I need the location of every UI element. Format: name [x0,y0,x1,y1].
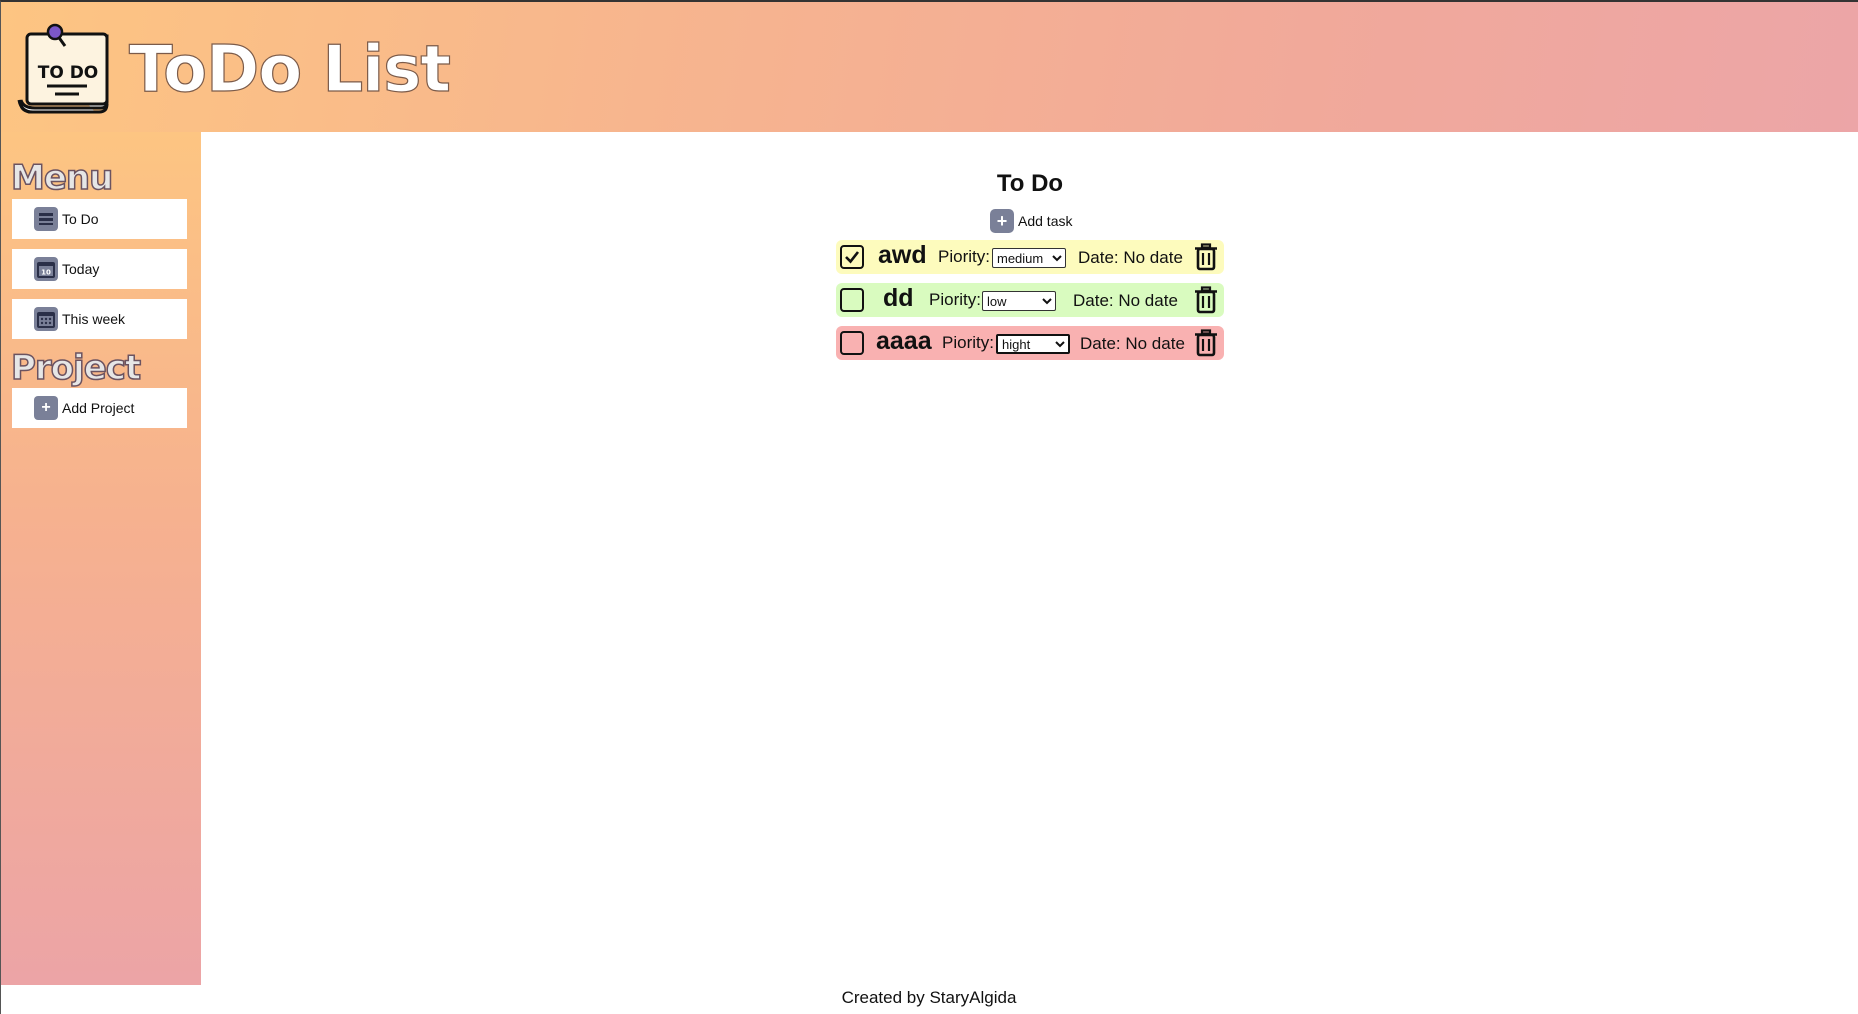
project-heading: Project [10,347,142,389]
inbox-icon [34,207,58,231]
task-name: awd [878,241,927,269]
sidebar-item-label: Today [62,261,100,277]
task-checkbox[interactable] [840,331,864,355]
sidebar-item-today[interactable]: 10 Today [12,249,187,289]
task-item: dd Piority: low Date: No date [836,283,1224,317]
plus-icon: + [990,209,1014,233]
todo-logo-icon: TO DO [17,23,109,114]
plus-icon: + [34,396,58,420]
footer-credit: Created by StaryAlgida [841,988,1017,1007]
app-header: TO DO ToDo List [1,2,1858,132]
sidebar-item-label: To Do [62,211,99,227]
task-checkbox[interactable] [840,288,864,312]
sidebar-item-todo[interactable]: To Do [12,199,187,239]
task-item: awd Piority: medium Date: No date [836,240,1224,274]
logo-text: TO DO [38,63,99,83]
sidebar-item-label: This week [62,311,126,327]
priority-label: Piority: [938,247,990,266]
svg-text:10: 10 [41,269,51,277]
trash-icon[interactable] [1193,243,1219,271]
menu-heading: Menu [10,157,114,199]
add-project-button[interactable]: + Add Project [12,388,187,428]
priority-label: Piority: [942,333,994,352]
task-name: dd [883,284,914,312]
add-project-label: Add Project [62,400,135,416]
task-checkbox[interactable] [840,245,864,269]
trash-icon[interactable] [1193,286,1219,314]
priority-select[interactable]: low [982,291,1056,311]
sidebar-item-this-week[interactable]: This week [12,299,187,339]
check-icon [845,251,860,264]
app-frame [0,0,1858,1014]
page-title: To Do [996,170,1064,197]
task-date: Date: No date [1078,248,1183,267]
priority-select[interactable]: hight [996,334,1070,354]
trash-icon[interactable] [1193,329,1219,357]
priority-select[interactable]: medium [992,248,1066,268]
add-task-label: Add task [1018,213,1073,229]
app-title: ToDo List [128,32,451,107]
task-date: Date: No date [1080,334,1185,353]
task-date: Date: No date [1073,291,1178,310]
add-task-button[interactable]: + Add task [990,208,1072,234]
priority-label: Piority: [929,290,981,309]
calendar-week-icon [34,307,58,331]
calendar-day-icon: 10 [34,257,58,281]
sidebar: Menu To Do 10 Today This week Project + … [1,132,201,985]
task-item: aaaa Piority: hight Date: No date [836,326,1224,360]
task-name: aaaa [876,327,932,355]
